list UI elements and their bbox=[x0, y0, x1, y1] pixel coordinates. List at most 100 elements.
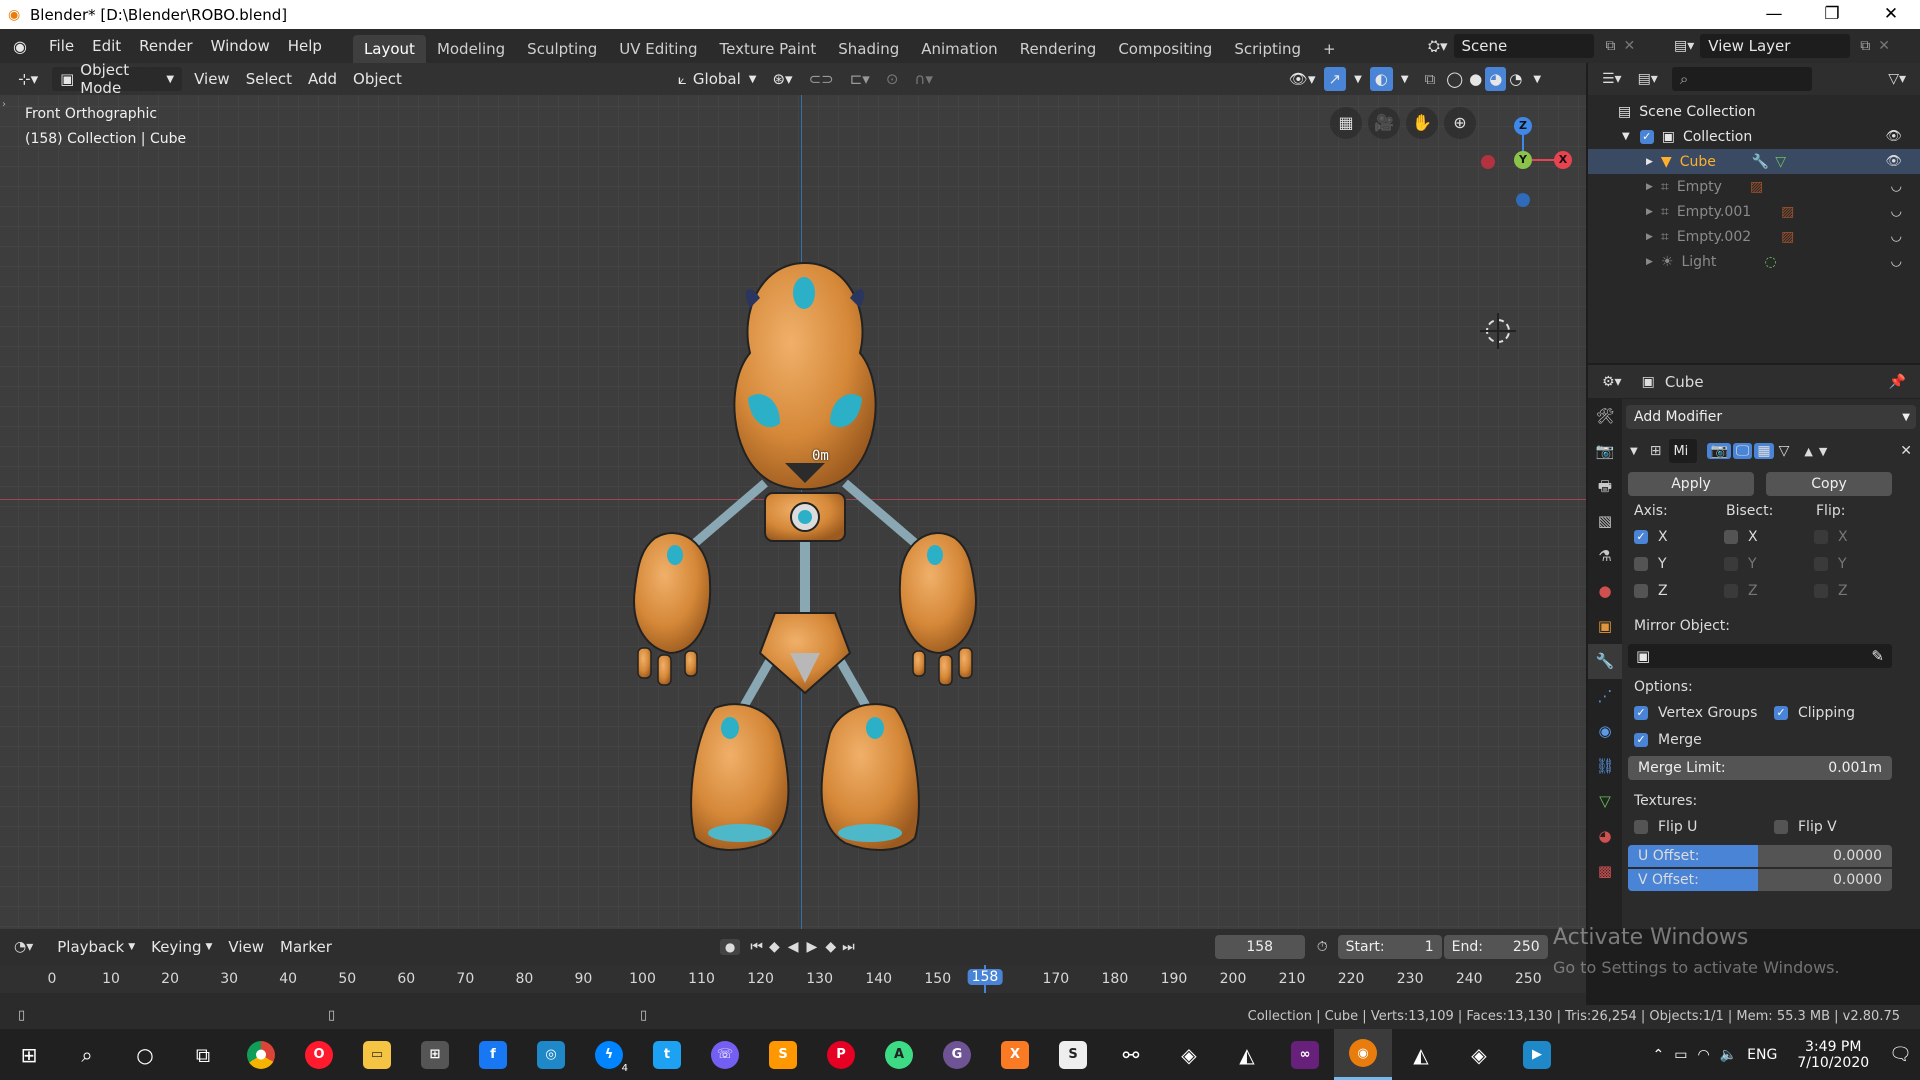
clipping-checkbox[interactable]: ✓ Clipping bbox=[1774, 705, 1855, 721]
viewport-menu-add[interactable]: Add bbox=[300, 67, 345, 91]
flip-v-checkbox[interactable]: Flip V bbox=[1774, 819, 1837, 835]
prev-keyframe-icon[interactable]: ◆ bbox=[769, 939, 780, 955]
remove-scene-icon[interactable]: ✕ bbox=[1624, 38, 1636, 54]
outliner-item-light[interactable]: ▶ ☀ Light ◌ ◡ bbox=[1588, 249, 1920, 274]
outliner-item-empty[interactable]: ▶ ⌗ Empty ▨ ◡ bbox=[1588, 174, 1920, 199]
expand-icon[interactable]: ▶ bbox=[1646, 182, 1653, 192]
stopwatch-icon[interactable]: ⏱ bbox=[1317, 939, 1328, 955]
flip-z-checkbox[interactable]: Z bbox=[1814, 583, 1848, 599]
u-offset-field[interactable]: U Offset: 0.0000 bbox=[1628, 845, 1892, 867]
mode-dropdown[interactable]: ▣ Object Mode ▼ bbox=[52, 61, 183, 97]
eye-icon[interactable]: 👁 bbox=[1885, 129, 1902, 144]
expand-icon[interactable]: ▶ bbox=[1646, 207, 1653, 217]
vertex-groups-checkbox[interactable]: ✓ Vertex Groups bbox=[1634, 705, 1757, 721]
outliner-collection[interactable]: ▼ ✓ ▣ Collection 👁 bbox=[1588, 124, 1920, 149]
chrome-icon[interactable]: ● bbox=[232, 1029, 290, 1080]
scene-icon[interactable]: ⛭▾ bbox=[1428, 37, 1448, 55]
menu-file[interactable]: File bbox=[40, 37, 83, 55]
new-scene-icon[interactable]: ⧉ bbox=[1606, 38, 1616, 54]
orientation-gizmo[interactable]: Z Y X bbox=[1470, 103, 1590, 223]
overlays-menu-icon[interactable]: ▼ bbox=[1393, 67, 1417, 91]
rendered-shading-icon[interactable]: ◔ bbox=[1506, 67, 1525, 91]
store-icon[interactable]: ⊞ bbox=[406, 1029, 464, 1080]
display-mode-icon[interactable]: ▤▾ bbox=[1638, 71, 1658, 87]
blender-menu-icon[interactable]: ◉ bbox=[0, 37, 40, 56]
notification-center-icon[interactable]: 🗨 bbox=[1889, 1044, 1912, 1065]
gizmo-toggle-icon[interactable]: ↗ bbox=[1323, 67, 1347, 91]
view-layer-tab-icon[interactable]: ▧ bbox=[1588, 504, 1622, 539]
eye-closed-icon[interactable]: ◡ bbox=[1891, 229, 1902, 244]
mirror-object-field[interactable]: ▣ ✎ bbox=[1628, 644, 1892, 668]
merge-checkbox[interactable]: ✓ Merge bbox=[1634, 732, 1702, 748]
gizmo-menu-icon[interactable]: ▼ bbox=[1346, 67, 1370, 91]
gizmo-y-axis[interactable]: Y bbox=[1514, 151, 1532, 169]
grid-view-icon[interactable]: ▦ bbox=[1330, 107, 1362, 139]
volume-icon[interactable]: 🔈 bbox=[1720, 1047, 1737, 1063]
viewport-toggle-icon[interactable]: 🖵 bbox=[1732, 443, 1753, 459]
collection-checkbox[interactable]: ✓ bbox=[1639, 129, 1654, 144]
physics-tab-icon[interactable]: ◉ bbox=[1588, 714, 1622, 749]
3d-cursor-icon[interactable] bbox=[1480, 313, 1516, 349]
play-reverse-icon[interactable]: ◀ bbox=[788, 939, 799, 955]
tab-layout[interactable]: Layout bbox=[352, 35, 426, 63]
modifier-wrench-icon[interactable]: 🔧 bbox=[1752, 154, 1769, 170]
timeline-ruler[interactable]: 0 10 20 30 40 50 60 70 80 90 100 110 120 130 140 150 158… bbox=[0, 965, 1586, 993]
windows-start-icon[interactable]: ⊞ bbox=[0, 1029, 58, 1080]
axis-x-checkbox[interactable]: ✓ X bbox=[1634, 529, 1668, 545]
start-frame-field[interactable]: Start: 1 bbox=[1337, 935, 1442, 959]
viewport-menu-select[interactable]: Select bbox=[238, 67, 300, 91]
wireframe-shading-icon[interactable]: ◯ bbox=[1443, 67, 1466, 91]
xray-icon[interactable]: ⧉ bbox=[1417, 67, 1444, 91]
3d-viewport[interactable]: ⊹▾ ▣ Object Mode ▼ View Select Add Objec… bbox=[0, 61, 1586, 929]
constraints-tab-icon[interactable]: ⛓ bbox=[1588, 749, 1622, 784]
pivot-icon[interactable]: ⊛▾ bbox=[764, 67, 800, 91]
remove-modifier-icon[interactable]: ✕ bbox=[1900, 443, 1912, 459]
outliner-item-empty-001[interactable]: ▶ ⌗ Empty.001 ▨ ◡ bbox=[1588, 199, 1920, 224]
axis-z-checkbox[interactable]: Z bbox=[1634, 583, 1668, 599]
filter-icon[interactable]: ▽▾ bbox=[1888, 71, 1906, 87]
visual-studio-icon[interactable]: ∞ bbox=[1276, 1029, 1334, 1080]
overlays-icon[interactable]: ◐ bbox=[1369, 67, 1393, 91]
playback-menu[interactable]: Playback ▼ bbox=[49, 935, 143, 959]
tab-modeling[interactable]: Modeling bbox=[426, 35, 516, 63]
eyedropper-icon[interactable]: ✎ bbox=[1871, 647, 1884, 665]
viewport-menu-view[interactable]: View bbox=[186, 67, 238, 91]
texture-tab-icon[interactable]: ▩ bbox=[1588, 854, 1622, 889]
material-tab-icon[interactable]: ◕ bbox=[1588, 819, 1622, 854]
bisect-y-checkbox[interactable]: Y bbox=[1724, 556, 1757, 572]
eye-closed-icon[interactable]: ◡ bbox=[1891, 204, 1902, 219]
unity-icon[interactable]: ◈ bbox=[1160, 1029, 1218, 1080]
gizmo-neg-z-axis[interactable] bbox=[1516, 193, 1530, 207]
file-explorer-icon[interactable]: ▭ bbox=[348, 1029, 406, 1080]
outliner-scene-collection[interactable]: ▤ Scene Collection bbox=[1588, 99, 1920, 124]
messenger-icon[interactable]: ϟ4 bbox=[580, 1029, 638, 1080]
sublime-icon[interactable]: S bbox=[754, 1029, 812, 1080]
camera-toggle-icon[interactable]: 📷 bbox=[1707, 443, 1731, 459]
view-layer-field[interactable]: View Layer bbox=[1700, 34, 1851, 58]
editor-type-icon[interactable]: ⊹▾ bbox=[10, 67, 46, 91]
toolbar-expand-icon[interactable]: › bbox=[2, 99, 6, 110]
close-button[interactable]: ✕ bbox=[1862, 0, 1920, 29]
light-data-icon[interactable]: ◌ bbox=[1764, 254, 1776, 270]
world-tab-icon[interactable]: ● bbox=[1588, 574, 1622, 609]
bisect-x-checkbox[interactable]: X bbox=[1724, 529, 1758, 545]
tab-shading[interactable]: Shading bbox=[827, 35, 910, 63]
image-data-icon[interactable]: ▨ bbox=[1781, 229, 1794, 245]
move-down-icon[interactable]: ▼ bbox=[1819, 445, 1827, 458]
timeline-view-menu[interactable]: View bbox=[220, 935, 272, 959]
particles-tab-icon[interactable]: ⋰ bbox=[1588, 679, 1622, 714]
jump-start-icon[interactable]: ⏮ bbox=[750, 939, 763, 955]
scene-tab-icon[interactable]: ⚗ bbox=[1588, 539, 1622, 574]
pin-icon[interactable]: 📌 bbox=[1889, 374, 1906, 390]
task-view-icon[interactable]: ⧉ bbox=[174, 1029, 232, 1080]
solid-shading-icon[interactable]: ● bbox=[1466, 67, 1485, 91]
instagram-icon[interactable]: ◎ bbox=[522, 1029, 580, 1080]
mesh-data-icon[interactable]: ▽ bbox=[1775, 154, 1786, 170]
collapse-chevron-icon[interactable]: ▼ bbox=[1630, 446, 1638, 457]
add-workspace-button[interactable]: + bbox=[1312, 35, 1347, 63]
show-hidden-icons-icon[interactable]: ⌃ bbox=[1653, 1047, 1665, 1063]
cage-toggle-icon[interactable]: ▽ bbox=[1776, 443, 1793, 459]
axis-y-checkbox[interactable]: Y bbox=[1634, 556, 1667, 572]
current-frame-field[interactable]: 158 bbox=[1214, 935, 1305, 959]
menu-help[interactable]: Help bbox=[279, 37, 331, 55]
